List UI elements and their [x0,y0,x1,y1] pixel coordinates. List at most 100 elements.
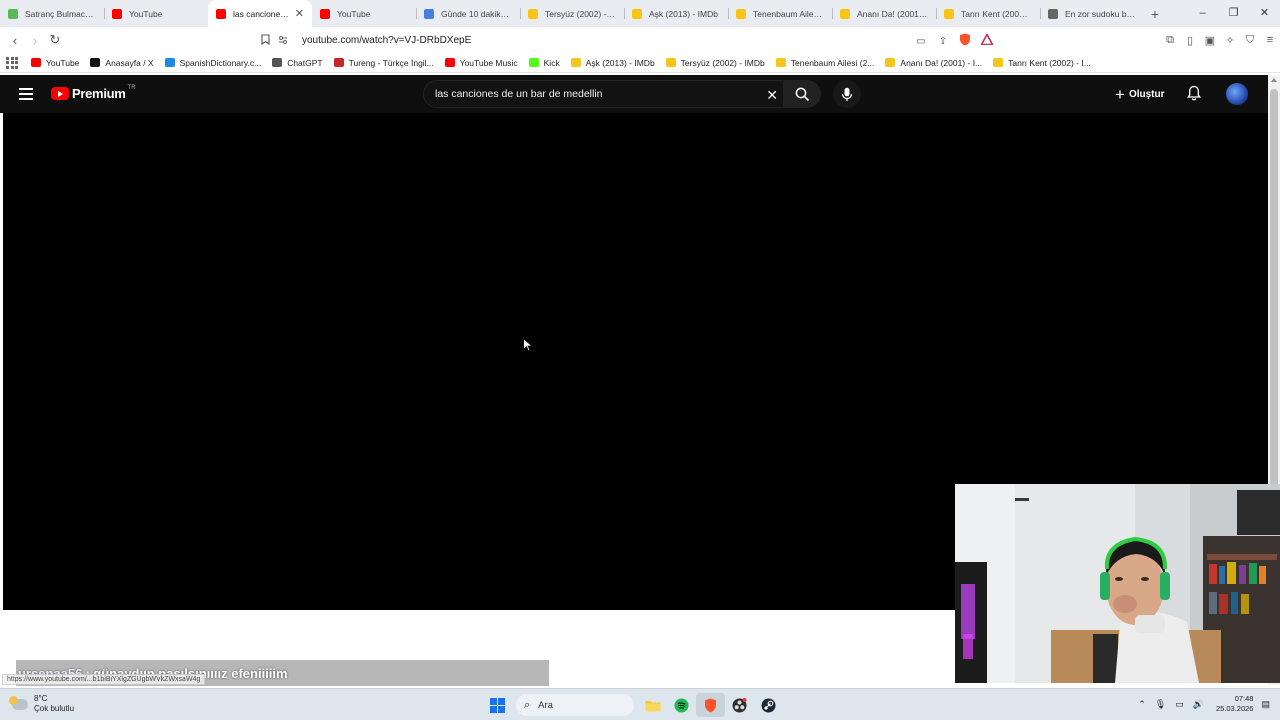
tab-favicon-icon [216,8,226,19]
bookmark-label: Tureng - Türkçe İngil... [348,57,434,68]
tab-favicon-icon [1048,8,1058,19]
bookmark-item[interactable]: YouTube [31,58,79,68]
browser-tab[interactable]: Tersyüz (2002) - IMDb [520,0,624,27]
taskbar-search[interactable]: ⌕ Ara [516,694,634,716]
close-window-icon[interactable]: ✕ [1249,0,1280,27]
brave-shield-icon[interactable] [954,33,976,49]
forward-icon[interactable]: › [25,33,45,48]
cast-icon[interactable]: ▭ [910,36,932,47]
create-label: Oluştur [1128,88,1165,100]
tray-microphone-icon[interactable]: 🎙 [1155,699,1166,710]
new-tab-button[interactable]: + [1144,0,1166,27]
bookmarks-bar: YouTube Anasayfa / X SpanishDictionary.c..… [0,53,1280,73]
apps-grid-icon[interactable] [6,56,18,69]
browser-tab[interactable]: Tanrı Kent (2002) - I [936,0,1040,27]
bookmark-item[interactable]: Tureng - Türkçe İngil... [333,57,434,68]
browser-tab[interactable]: Satranç Bulmacaları [0,0,104,27]
volume-icon[interactable]: 🔊 [1193,699,1204,710]
browser-tab[interactable]: las canciones de un bar ✕ [208,0,312,27]
bookmark-item[interactable]: Tersyüz (2002) - IMDb [665,57,765,68]
webcam-overlay [955,484,1280,683]
search-icon [795,87,809,101]
tab-favicon-icon [112,8,122,19]
tab-title: Tanrı Kent (2002) - I [961,8,1032,19]
spotify-icon[interactable] [667,693,696,717]
share-icon[interactable]: ⇪ [932,36,954,47]
bookmark-item[interactable]: SpanishDictionary.c... [164,58,261,68]
brave-rewards-icon[interactable] [976,32,998,48]
bookmark-label: Kick [543,57,560,68]
search-button[interactable] [783,80,821,108]
window-controls: – ❐ ✕ [1187,0,1280,27]
bookmark-page-icon[interactable] [255,33,275,48]
obs-icon[interactable] [725,693,754,717]
browser-tab[interactable]: Ananı Da! (2001) - I [832,0,936,27]
clear-search-icon[interactable]: ✕ [766,87,778,104]
bookmark-item[interactable]: Anasayfa / X [90,58,154,68]
extensions-icon[interactable]: ⧉ [1160,34,1180,47]
reload-icon[interactable]: ↻ [45,32,65,48]
bookmark-item[interactable]: Kick [528,57,560,68]
address-bar[interactable]: youtube.com/watch?v=VJ-DRbDXepE [278,31,998,49]
network-icon[interactable]: ▭ [1175,699,1184,710]
hamburger-menu-icon[interactable] [19,88,33,100]
search-input[interactable]: las canciones de un bar de medellin ✕ [423,80,789,108]
browser-tab[interactable]: YouTube [312,0,416,27]
vpn-icon[interactable]: ⛉ [1240,34,1260,47]
bookmark-item[interactable]: Tanrı Kent (2002) - I... [993,58,1091,68]
close-tab-icon[interactable]: ✕ [295,7,304,20]
clock-time: 07:48 [1234,694,1254,703]
wallet-icon[interactable]: ▣ [1200,34,1220,47]
restore-icon[interactable]: ❐ [1218,0,1249,27]
bookmark-label: Tanrı Kent (2002) - I... [1008,57,1091,68]
windows-taskbar: 8°C Çok bulutlu ⌕ Ara ⌃ 🎙 ▭ 🔊 07:48 25.0… [0,688,1280,720]
browser-tab[interactable]: Aşk (2013) - IMDb [624,0,728,27]
cloudy-weather-icon [9,695,28,710]
scroll-up-arrow-icon[interactable] [1271,78,1277,82]
bookmark-item[interactable]: YouTube Music [444,57,518,68]
notification-center-icon[interactable]: ▤ [1261,699,1270,710]
bookmark-item[interactable]: ChatGPT [272,58,323,68]
youtube-play-icon [51,87,69,100]
bookmark-label: YouTube [46,57,80,68]
steam-icon[interactable] [754,693,783,717]
file-explorer-icon[interactable] [638,693,667,717]
minimize-icon[interactable]: – [1187,0,1218,27]
show-hidden-icons-icon[interactable]: ⌃ [1138,699,1146,710]
link-status-bar: https://www.youtube.com/...b1biBiYXlgZGU… [2,674,206,685]
leo-ai-icon[interactable]: ✧ [1220,34,1240,47]
brave-browser-icon[interactable] [696,693,725,717]
browser-tab[interactable]: YouTube [104,0,208,27]
youtube-premium-logo[interactable]: Premium TR [51,85,136,101]
system-tray: ⌃ 🎙 ▭ 🔊 07:48 25.03.2026 ▤ [1129,694,1270,714]
site-info-icon[interactable] [278,35,288,45]
tab-title: En zor sudoku bulm [1065,8,1136,19]
bookmark-item[interactable]: Tenenbaum Ailesi (2... [775,58,874,68]
weather-widget[interactable]: 8°C Çok bulutlu [9,694,74,714]
browser-tab[interactable]: Günde 10 dakikada [416,0,520,27]
bookmark-favicon-icon [570,58,581,67]
account-avatar[interactable] [1226,83,1248,105]
bookmark-label: YouTube Music [459,57,518,68]
browser-toolbar: ‹ › ↻ youtube.com/watch?v=VJ-DRbDXepE ▭ … [0,27,1280,53]
bookmark-label: Aşk (2013) - IMDb [585,57,655,68]
browser-tab[interactable]: Tenenbaum Ailesi (2 [728,0,832,27]
bookmark-item[interactable]: Ananı Da! (2001) - I... [885,58,982,68]
bookmark-item[interactable]: Aşk (2013) - IMDb [570,57,655,68]
tab-title: Tersyüz (2002) - IMDb [545,8,616,19]
bookmark-label: Tersyüz (2002) - IMDb [680,57,765,68]
browser-toolbar-right: ⧉ ▯ ▣ ✧ ⛉ ≡ [1160,27,1280,53]
back-icon[interactable]: ‹ [5,33,25,48]
voice-search-button[interactable] [833,80,861,108]
system-clock[interactable]: 07:48 25.03.2026 [1216,694,1254,714]
bookmark-favicon-icon [665,58,676,67]
bookmark-favicon-icon [333,58,344,67]
browser-tab[interactable]: En zor sudoku bulm [1040,0,1144,27]
start-button[interactable] [483,693,512,717]
notifications-bell-icon[interactable] [1186,85,1202,104]
sidebar-icon[interactable]: ▯ [1180,34,1200,47]
create-button[interactable]: + Oluştur [1115,82,1165,106]
menu-icon[interactable]: ≡ [1260,34,1280,46]
plus-icon: + [1115,84,1125,104]
tab-favicon-icon [736,8,746,19]
